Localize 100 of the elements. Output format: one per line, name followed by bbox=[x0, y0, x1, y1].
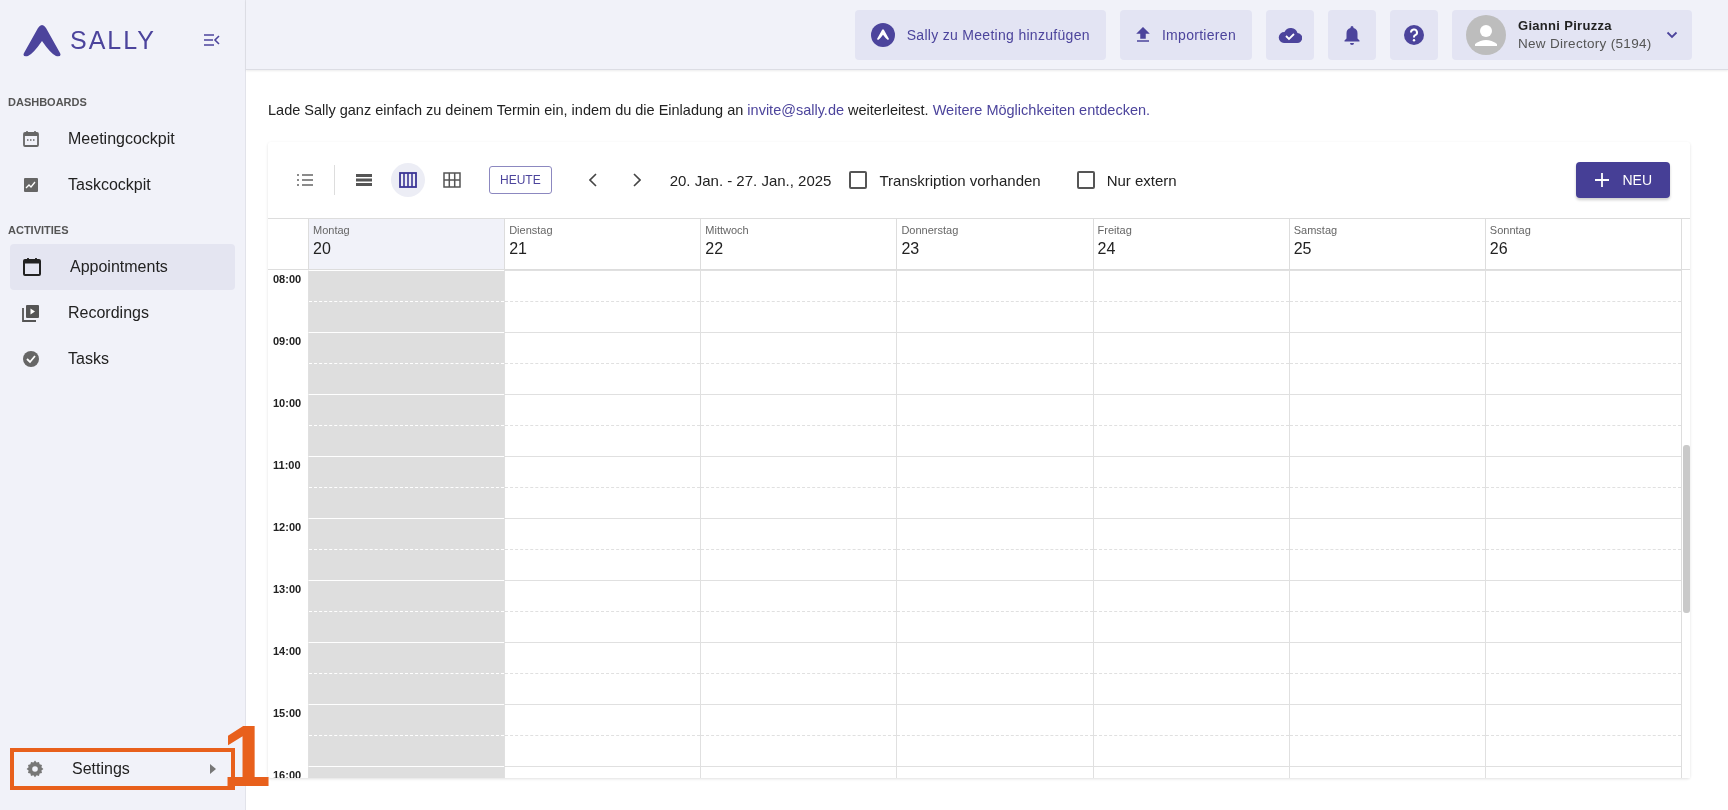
day-number: 21 bbox=[509, 240, 528, 258]
time-slot[interactable] bbox=[896, 456, 1093, 518]
day-header[interactable]: Samstag 25 bbox=[1288, 219, 1485, 269]
checkbox-label: Transkription vorhanden bbox=[879, 171, 1041, 189]
time-slot[interactable] bbox=[504, 642, 701, 704]
time-slot[interactable] bbox=[504, 270, 701, 332]
time-slot[interactable] bbox=[504, 332, 701, 394]
time-slot[interactable] bbox=[896, 332, 1093, 394]
day-header[interactable]: Dienstag 21 bbox=[504, 219, 701, 269]
time-slot[interactable] bbox=[1288, 580, 1485, 642]
time-slot[interactable] bbox=[1484, 456, 1681, 518]
help-button[interactable] bbox=[1390, 9, 1438, 60]
collapse-menu-icon[interactable] bbox=[203, 33, 221, 47]
link[interactable]: Weitere Möglichkeiten entdecken. bbox=[932, 102, 1151, 118]
time-label: 09:00 bbox=[273, 335, 302, 347]
time-slot[interactable] bbox=[1288, 704, 1485, 766]
chevron-left-icon bbox=[588, 173, 597, 187]
time-label: 13:00 bbox=[273, 583, 302, 595]
user-name: Gianni Piruzza bbox=[1518, 18, 1612, 33]
time-slot[interactable] bbox=[700, 518, 897, 580]
day-number: 23 bbox=[901, 240, 921, 258]
time-slot[interactable] bbox=[1288, 394, 1485, 456]
time-slot[interactable] bbox=[700, 580, 897, 642]
time-slot[interactable] bbox=[1288, 270, 1485, 332]
new-button[interactable]: NEU bbox=[1576, 162, 1670, 198]
date-range: 20. Jan. - 27. Jan., 2025 bbox=[669, 171, 832, 189]
time-slot[interactable] bbox=[1484, 580, 1681, 642]
time-slot[interactable] bbox=[1092, 518, 1289, 580]
notifications-button[interactable] bbox=[1328, 9, 1376, 60]
chevron-down-icon bbox=[1666, 30, 1678, 39]
chart-icon bbox=[22, 176, 40, 194]
time-slot[interactable] bbox=[1484, 704, 1681, 766]
time-slot[interactable] bbox=[700, 332, 897, 394]
day-header[interactable]: Mittwoch 22 bbox=[700, 219, 897, 269]
time-slot[interactable] bbox=[1092, 270, 1289, 332]
sidebar-item[interactable]: Meetingcockpit bbox=[10, 116, 235, 162]
week-view-button[interactable] bbox=[391, 163, 425, 197]
time-slot[interactable] bbox=[1484, 394, 1681, 456]
grid-icon bbox=[443, 172, 461, 188]
import-button[interactable]: Importieren bbox=[1119, 9, 1252, 60]
scrollbar[interactable] bbox=[1681, 270, 1690, 778]
day-header[interactable]: Montag 20 bbox=[308, 219, 505, 269]
time-slot[interactable] bbox=[1092, 332, 1289, 394]
day-number: 25 bbox=[1293, 240, 1313, 258]
time-slot[interactable] bbox=[1484, 518, 1681, 580]
rows-icon bbox=[355, 173, 373, 187]
day-number: 24 bbox=[1097, 240, 1117, 258]
time-slot[interactable] bbox=[700, 394, 897, 456]
time-slot[interactable] bbox=[896, 642, 1093, 704]
time-label: 15:00 bbox=[273, 707, 302, 719]
link[interactable]: invite@sally.de bbox=[747, 102, 845, 118]
day-header[interactable]: Sonntag 26 bbox=[1484, 219, 1681, 269]
time-slot[interactable] bbox=[1484, 642, 1681, 704]
time-slot[interactable] bbox=[1288, 642, 1485, 704]
time-slot[interactable] bbox=[896, 580, 1093, 642]
sidebar-item[interactable]: Appointments bbox=[10, 244, 235, 290]
day-header[interactable]: Freitag 24 bbox=[1092, 219, 1289, 269]
directory-name: New Directory (5194) bbox=[1518, 36, 1652, 51]
time-slot[interactable] bbox=[896, 270, 1093, 332]
time-slot[interactable] bbox=[700, 704, 897, 766]
check-circle-icon bbox=[22, 350, 40, 368]
time-slot[interactable] bbox=[896, 704, 1093, 766]
time-slot[interactable] bbox=[1484, 270, 1681, 332]
day-header[interactable]: Donnerstag 23 bbox=[896, 219, 1093, 269]
checkbox[interactable] bbox=[1076, 171, 1095, 189]
time-slot[interactable] bbox=[700, 642, 897, 704]
video-library-icon bbox=[22, 304, 40, 322]
today-button[interactable]: HEUTE bbox=[489, 166, 552, 194]
sidebar-item[interactable]: Tasks bbox=[10, 336, 235, 382]
time-label: 08:00 bbox=[273, 273, 302, 285]
weekday-name: Donnerstag bbox=[901, 224, 960, 236]
sidebar-item[interactable]: Taskcockpit bbox=[10, 162, 235, 208]
time-slot[interactable] bbox=[896, 394, 1093, 456]
time-slot[interactable] bbox=[504, 518, 701, 580]
cloud-done-button[interactable] bbox=[1266, 9, 1314, 60]
time-slot[interactable] bbox=[1092, 642, 1289, 704]
time-slot[interactable] bbox=[1484, 332, 1681, 394]
time-slot[interactable] bbox=[504, 580, 701, 642]
time-slot[interactable] bbox=[1288, 332, 1485, 394]
day-number: 26 bbox=[1489, 240, 1509, 258]
time-slot[interactable] bbox=[700, 456, 897, 518]
time-slot[interactable] bbox=[504, 394, 701, 456]
time-slot[interactable] bbox=[1288, 456, 1485, 518]
checkbox[interactable] bbox=[849, 171, 868, 189]
add-to-meeting-button[interactable]: Sally zu Meeting hinzufügen bbox=[854, 9, 1106, 60]
time-slot[interactable] bbox=[700, 270, 897, 332]
time-slot[interactable] bbox=[1092, 456, 1289, 518]
time-label: 12:00 bbox=[273, 521, 302, 533]
chevron-right-icon bbox=[632, 173, 641, 187]
weekday-name: Mittwoch bbox=[705, 224, 750, 236]
plus-icon bbox=[1594, 172, 1611, 188]
sidebar-item[interactable]: Recordings bbox=[10, 290, 235, 336]
time-slot[interactable] bbox=[1288, 518, 1485, 580]
time-slot[interactable] bbox=[1092, 580, 1289, 642]
time-slot[interactable] bbox=[504, 704, 701, 766]
time-slot[interactable] bbox=[1092, 704, 1289, 766]
time-slot[interactable] bbox=[1092, 394, 1289, 456]
time-slot[interactable] bbox=[896, 518, 1093, 580]
user-menu-button[interactable]: Gianni Piruzza New Directory (5194) bbox=[1452, 9, 1692, 60]
time-slot[interactable] bbox=[504, 456, 701, 518]
